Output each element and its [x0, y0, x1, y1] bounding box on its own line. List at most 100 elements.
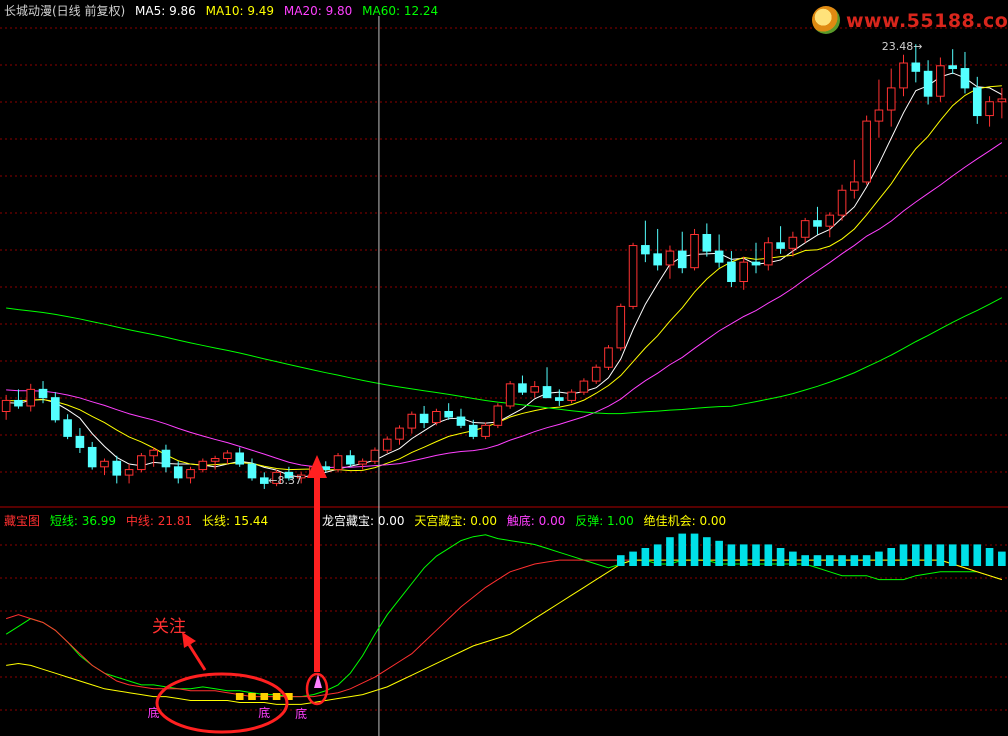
candle-body: [456, 416, 466, 426]
candle-body: [481, 424, 490, 437]
indicator-name: 藏宝图: [4, 514, 41, 528]
candle-body: [653, 253, 662, 266]
indicator-mid: 中线: 21.81: [125, 514, 193, 528]
bottom-signal-bar: [248, 693, 256, 700]
candle-body: [198, 460, 208, 471]
indicator-longgong: 龙宫藏宝: 0.00: [321, 514, 405, 528]
opportunity-bar: [961, 544, 969, 566]
candle-body: [850, 181, 859, 191]
opportunity-bar: [690, 533, 699, 566]
opportunity-bar: [789, 551, 797, 566]
candle-body: [579, 380, 589, 393]
candle-body: [862, 120, 871, 183]
candle-body: [665, 250, 675, 266]
candle-body: [124, 469, 134, 476]
candle-body: [542, 386, 552, 399]
opportunity-bar: [899, 544, 908, 566]
ma60-label: MA60: 12.24: [362, 4, 439, 18]
candle-body: [727, 261, 736, 283]
indicator-opportunity: 绝佳机会: 0.00: [643, 514, 727, 528]
bottom-signal-bar: [235, 693, 244, 700]
opportunity-bar: [776, 548, 785, 566]
candle-body: [493, 405, 503, 426]
opportunity-bar: [813, 555, 822, 566]
candle-body: [825, 214, 835, 227]
opportunity-bar: [727, 544, 736, 566]
candle-body: [14, 399, 23, 407]
logo-url: www.55188.com: [846, 10, 1008, 32]
candle-body: [1, 399, 11, 412]
candle-body: [444, 410, 453, 418]
candle-body: [763, 242, 773, 266]
logo-emblem-icon: [812, 6, 840, 34]
opportunity-bar: [629, 551, 637, 566]
opportunity-bar: [616, 555, 625, 566]
candle-body: [259, 477, 269, 484]
opportunity-bar: [752, 544, 760, 566]
candle-body: [739, 261, 749, 283]
candle-body: [567, 391, 576, 401]
candle-body: [87, 446, 97, 468]
candle-body: [555, 397, 564, 401]
candle-body: [186, 469, 195, 479]
candle-body: [407, 413, 417, 429]
bottom-signal-bar: [272, 693, 281, 700]
opportunity-bar: [850, 555, 859, 566]
candle-body: [677, 250, 687, 269]
candle-body: [972, 87, 982, 117]
opportunity-bar: [825, 555, 834, 566]
indicator-rebound: 反弹: 1.00: [575, 514, 634, 528]
candle-body: [173, 466, 183, 479]
candle-body: [112, 460, 122, 476]
candle-body: [149, 449, 158, 457]
indicator-short: 短线: 36.99: [49, 514, 117, 528]
opportunity-bar: [641, 548, 650, 566]
candle-body: [997, 98, 1007, 103]
candle-body: [518, 383, 527, 393]
candle-body: [604, 347, 613, 368]
candle-body: [985, 101, 994, 117]
candle-body: [100, 460, 109, 468]
opportunity-bar: [666, 537, 674, 566]
candle-body: [419, 413, 429, 424]
opportunity-bar: [764, 544, 773, 566]
opportunity-bar: [739, 544, 748, 566]
candle-body: [641, 245, 650, 255]
candle-body: [395, 427, 404, 440]
candle-body: [333, 455, 343, 471]
candle-body: [505, 383, 515, 407]
ma60-line: [6, 297, 1003, 415]
candle-body: [235, 452, 245, 465]
candle-body: [161, 449, 171, 468]
main-chart-header: 长城动漫(日线 前复权) MA5: 9.86 MA10: 9.49 MA20: …: [4, 2, 444, 19]
candle-body: [960, 68, 970, 89]
candle-body: [26, 388, 36, 407]
candle-body: [936, 65, 945, 97]
opportunity-bar: [887, 548, 896, 566]
indicator-header: 藏宝图 短线: 36.99 中线: 21.81 长线: 15.44 龙宫藏宝: …: [4, 512, 732, 529]
opportunity-bar: [653, 544, 662, 566]
candle-body: [776, 242, 785, 249]
candle-body: [137, 455, 146, 471]
candle-body: [837, 189, 847, 216]
indicator-tiangong: 天宫藏宝: 0.00: [414, 514, 497, 528]
low-price-label: ←8.37: [268, 474, 302, 487]
signal-arrow-shaft: [314, 472, 320, 672]
candle-body: [530, 386, 540, 393]
ma20-label: MA20: 9.80: [283, 4, 353, 18]
opportunity-bar: [678, 533, 687, 566]
focus-annotation: 关注: [152, 617, 186, 637]
candle-body: [468, 424, 478, 437]
bottom-signal-bar: [260, 693, 269, 700]
candle-body: [432, 410, 441, 424]
candle-body: [690, 233, 699, 269]
site-logo: www.55188.com: [812, 6, 1008, 36]
opportunity-bar: [911, 544, 920, 566]
ma10-line: [6, 85, 1002, 472]
candle-body: [813, 220, 822, 227]
indicator-long: 长线: 15.44: [201, 514, 269, 528]
opportunity-bar: [936, 544, 945, 566]
candle-body: [702, 233, 712, 252]
ma10-label: MA10: 9.49: [205, 4, 275, 18]
candle-body: [899, 62, 908, 89]
